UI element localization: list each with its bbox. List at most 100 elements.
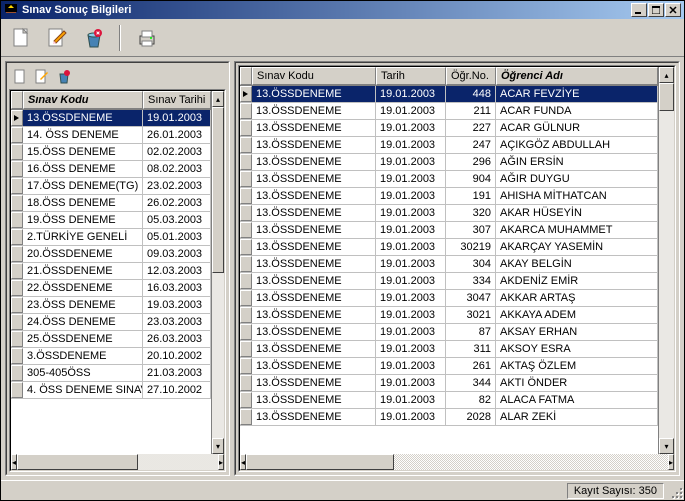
table-row[interactable]: 18.ÖSS DENEME26.02.2003 [11,195,211,212]
table-row[interactable]: 13.ÖSSDENEME19.01.20032028ALAR ZEKİ [240,409,658,426]
resize-grip[interactable] [670,486,683,499]
scroll-up-button[interactable]: ▴ [659,67,674,83]
cell-no: 247 [446,137,496,153]
table-row[interactable]: 13.ÖSSDENEME19.01.200330219AKARÇAY YASEM… [240,239,658,256]
scroll-track[interactable] [659,83,674,438]
right-header-no[interactable]: Öğr.No. [446,67,496,85]
table-row[interactable]: 13.ÖSSDENEME19.01.200382ALACA FATMA [240,392,658,409]
cell-code: 13.ÖSSDENEME [252,290,376,306]
mini-new-button[interactable] [11,68,29,86]
table-row[interactable]: 23.ÖSS DENEME19.03.2003 [11,297,211,314]
mini-delete-button[interactable] [55,68,73,86]
left-header-code[interactable]: Sınav Kodu [23,91,143,109]
right-grid[interactable]: Sınav Kodu Tarih Öğr.No. Öğrenci Adı 13.… [238,65,676,472]
scroll-track[interactable] [212,107,224,438]
table-row[interactable]: 25.ÖSSDENEME26.03.2003 [11,331,211,348]
cell-date: 19.01.2003 [376,239,446,255]
table-row[interactable]: 15.ÖSS DENEME02.02.2003 [11,144,211,161]
table-row[interactable]: 13.ÖSSDENEME19.01.2003296AĞIN ERSİN [240,154,658,171]
table-row[interactable]: 21.ÖSSDENEME12.03.2003 [11,263,211,280]
table-row[interactable]: 13.ÖSSDENEME19.01.2003320AKAR HÜSEYİN [240,205,658,222]
cell-code: 13.ÖSSDENEME [252,409,376,425]
table-row[interactable]: 13.ÖSSDENEME19.01.2003247AÇIKGÖZ ABDULLA… [240,137,658,154]
mini-edit-button[interactable] [33,68,51,86]
table-row[interactable]: 13.ÖSSDENEME19.01.2003 [11,110,211,127]
right-header-name[interactable]: Öğrenci Adı [496,67,658,85]
scroll-up-button[interactable]: ▴ [212,91,224,107]
right-hscroll[interactable]: ◂ ▸ [240,454,674,470]
table-row[interactable]: 24.ÖSS DENEME23.03.2003 [11,314,211,331]
cell-date: 02.02.2003 [143,144,211,160]
right-grid-body[interactable]: 13.ÖSSDENEME19.01.2003448ACAR FEVZİYE13.… [240,86,658,454]
table-row[interactable]: 13.ÖSSDENEME19.01.20033021AKKAYA ADEM [240,307,658,324]
cell-code: 305-405ÖSS [23,365,143,381]
table-row[interactable]: 13.ÖSSDENEME19.01.2003448ACAR FEVZİYE [240,86,658,103]
cell-date: 12.03.2003 [143,263,211,279]
left-hscroll[interactable]: ◂ ▸ [11,454,224,470]
table-row[interactable]: 14. ÖSS DENEME26.01.2003 [11,127,211,144]
new-button[interactable] [7,24,35,52]
table-row[interactable]: 20.ÖSSDENEME09.03.2003 [11,246,211,263]
cell-code: 13.ÖSSDENEME [252,392,376,408]
toolbar-separator [119,25,121,51]
cell-name: ALACA FATMA [496,392,658,408]
table-row[interactable]: 13.ÖSSDENEME19.01.2003261AKTAŞ ÖZLEM [240,358,658,375]
scroll-right-button[interactable]: ▸ [668,454,674,470]
table-row[interactable]: 2.TÜRKİYE GENELİ05.01.2003 [11,229,211,246]
table-row[interactable]: 13.ÖSSDENEME19.01.2003311AKSOY ESRA [240,341,658,358]
table-row[interactable]: 17.ÖSS DENEME(TG)23.02.2003 [11,178,211,195]
cell-name: ACAR GÜLNUR [496,120,658,136]
left-mini-toolbar [9,65,226,89]
table-row[interactable]: 19.ÖSS DENEME05.03.2003 [11,212,211,229]
table-row[interactable]: 13.ÖSSDENEME19.01.20033047AKKAR ARTAŞ [240,290,658,307]
table-row[interactable]: 16.ÖSS DENEME08.02.2003 [11,161,211,178]
table-row[interactable]: 13.ÖSSDENEME19.01.2003334AKDENİZ EMİR [240,273,658,290]
table-row[interactable]: 13.ÖSSDENEME19.01.2003211ACAR FUNDA [240,103,658,120]
left-grid-header: Sınav Kodu Sınav Tarihi [11,91,211,110]
table-row[interactable]: 13.ÖSSDENEME19.01.2003904AĞIR DUYGU [240,171,658,188]
left-vscroll[interactable]: ▴ ▾ [211,91,224,454]
cell-code: 4. ÖSS DENEME SINAVI [23,382,143,398]
left-grid[interactable]: Sınav Kodu Sınav Tarihi 13.ÖSSDENEME19.0… [9,89,226,472]
scroll-track[interactable] [17,454,218,470]
cell-date: 23.03.2003 [143,314,211,330]
left-grid-body[interactable]: 13.ÖSSDENEME19.01.200314. ÖSS DENEME26.0… [11,110,211,454]
table-row[interactable]: 4. ÖSS DENEME SINAVI27.10.2002 [11,382,211,399]
right-vscroll[interactable]: ▴ ▾ [658,67,674,454]
cell-name: ACAR FUNDA [496,103,658,119]
cell-no: 311 [446,341,496,357]
right-header-date[interactable]: Tarih [376,67,446,85]
minimize-button[interactable] [631,3,647,17]
table-row[interactable]: 3.ÖSSDENEME20.10.2002 [11,348,211,365]
statusbar: Kayıt Sayısı: 350 [1,480,684,500]
cell-date: 23.02.2003 [143,178,211,194]
right-header-code[interactable]: Sınav Kodu [252,67,376,85]
edit-button[interactable] [43,24,71,52]
close-button[interactable] [665,3,681,17]
left-header-date[interactable]: Sınav Tarihi [143,91,211,109]
table-row[interactable]: 13.ÖSSDENEME19.01.2003344AKTI ÖNDER [240,375,658,392]
table-row[interactable]: 13.ÖSSDENEME19.01.2003227ACAR GÜLNUR [240,120,658,137]
cell-date: 19.01.2003 [376,358,446,374]
cell-name: AKSAY ERHAN [496,324,658,340]
main-toolbar [1,19,684,57]
cell-date: 19.01.2003 [376,409,446,425]
maximize-button[interactable] [648,3,664,17]
table-row[interactable]: 13.ÖSSDENEME19.01.2003304AKAY BELGİN [240,256,658,273]
delete-button[interactable] [79,24,107,52]
cell-no: 448 [446,86,496,102]
cell-date: 19.03.2003 [143,297,211,313]
table-row[interactable]: 22.ÖSSDENEME16.03.2003 [11,280,211,297]
cell-name: AKDENİZ EMİR [496,273,658,289]
scroll-down-button[interactable]: ▾ [659,438,674,454]
table-row[interactable]: 13.ÖSSDENEME19.01.2003307AKARCA MUHAMMET [240,222,658,239]
scroll-right-button[interactable]: ▸ [218,454,224,470]
cell-code: 13.ÖSSDENEME [252,273,376,289]
print-button[interactable] [133,24,161,52]
scroll-track[interactable] [246,454,668,470]
cell-date: 19.01.2003 [376,341,446,357]
table-row[interactable]: 13.ÖSSDENEME19.01.200387AKSAY ERHAN [240,324,658,341]
table-row[interactable]: 305-405ÖSS21.03.2003 [11,365,211,382]
scroll-down-button[interactable]: ▾ [212,438,224,454]
table-row[interactable]: 13.ÖSSDENEME19.01.2003191AHISHA MİTHATCA… [240,188,658,205]
